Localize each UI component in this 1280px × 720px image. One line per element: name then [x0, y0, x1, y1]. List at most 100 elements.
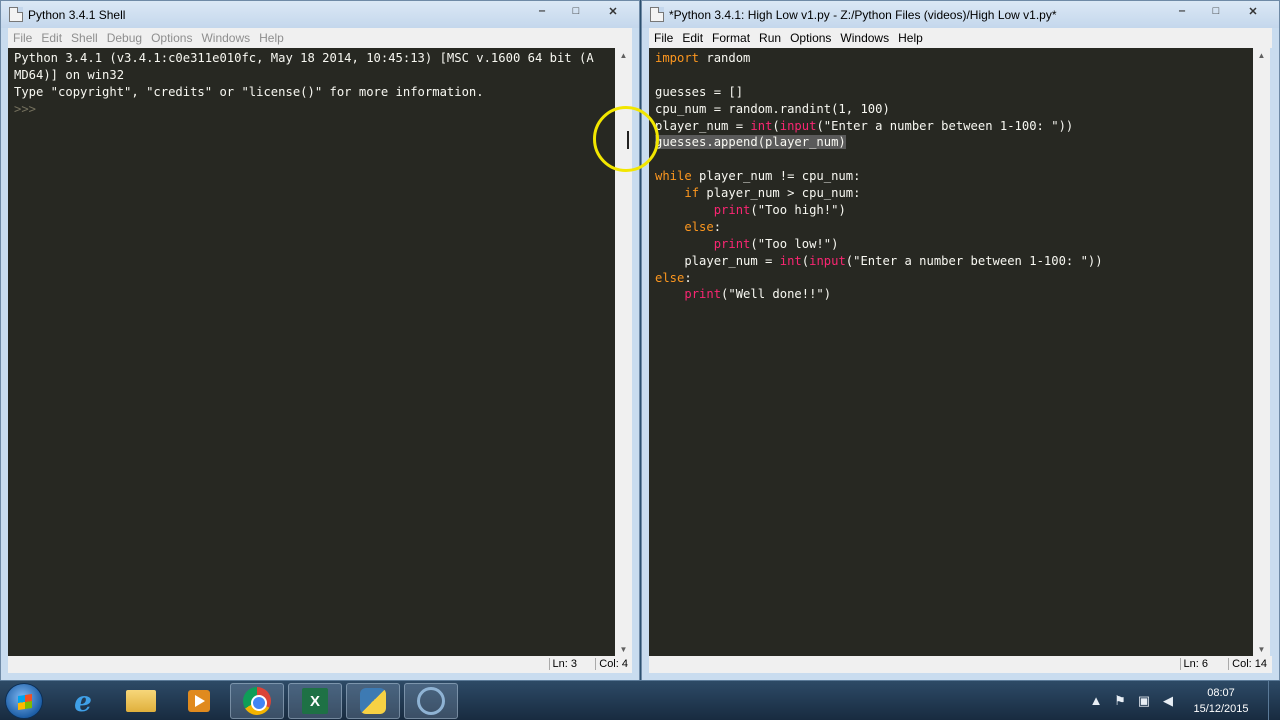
code-line: print("Well done!!"): [655, 286, 1103, 303]
taskbar-python-idle[interactable]: [346, 683, 400, 719]
code-line: import random: [655, 50, 1103, 67]
menu-file[interactable]: File: [654, 31, 673, 45]
menu-shell[interactable]: Shell: [71, 31, 98, 45]
menu-format[interactable]: Format: [712, 31, 750, 45]
menu-windows[interactable]: Windows: [840, 31, 889, 45]
code-token: MD64)] on win32: [14, 67, 125, 82]
taskbar-unknown-app[interactable]: [404, 683, 458, 719]
network-icon[interactable]: ▣: [1136, 693, 1152, 709]
app-circle-icon: [417, 687, 445, 715]
clock-date[interactable]: 15/12/2015: [1186, 703, 1256, 715]
status-line: Ln: 6: [1179, 658, 1208, 670]
menu-options[interactable]: Options: [151, 31, 192, 45]
ibeam-cursor-icon: [627, 131, 629, 149]
code-token: :: [713, 219, 722, 234]
taskbar-chrome[interactable]: [230, 683, 284, 719]
code-line: cpu_num = random.randint(1, 100): [655, 101, 1103, 118]
menu-help[interactable]: Help: [898, 31, 923, 45]
code-token: guesses = []: [655, 84, 744, 99]
shell-statusbar: Ln: 3 Col: 4: [8, 656, 632, 673]
editor-scrollbar[interactable]: ▲ ▼: [1253, 48, 1270, 656]
code-token: Python 3.4.1 (v3.4.1:c0e311e010fc, May 1…: [14, 51, 594, 65]
menu-file[interactable]: File: [13, 31, 32, 45]
code-token: input: [779, 118, 817, 133]
clock-time[interactable]: 08:07: [1186, 687, 1256, 699]
code-line: guesses = []: [655, 84, 1103, 101]
taskbar-internet-explorer[interactable]: e: [56, 683, 110, 719]
code-token: >>>: [14, 101, 44, 116]
menu-edit[interactable]: Edit: [682, 31, 703, 45]
scroll-down-arrow-icon[interactable]: ▼: [1253, 642, 1270, 656]
status-column: Col: 14: [1228, 658, 1267, 670]
cursor-highlight-ring: [593, 106, 659, 172]
windows-logo-icon: [18, 694, 32, 710]
code-token: int: [750, 118, 773, 133]
close-button[interactable]: ✕: [1233, 1, 1273, 21]
code-line: player_num = int(input("Enter a number b…: [655, 118, 1103, 135]
code-token: player_num > cpu_num:: [699, 186, 861, 201]
code-token: Type "copyright", "credits" or "license(…: [14, 84, 484, 99]
shell-line: MD64)] on win32: [14, 67, 594, 84]
code-line: print("Too low!"): [655, 236, 1103, 253]
code-token: if: [684, 186, 700, 201]
scroll-up-arrow-icon[interactable]: ▲: [615, 48, 632, 62]
menu-help[interactable]: Help: [259, 31, 284, 45]
python-file-icon: [9, 7, 23, 22]
scroll-up-arrow-icon[interactable]: ▲: [1253, 48, 1270, 62]
chrome-icon: [243, 687, 271, 715]
minimize-button[interactable]: ‒: [1165, 1, 1199, 21]
close-button[interactable]: ✕: [593, 1, 633, 21]
show-hidden-icons-icon[interactable]: ▲: [1088, 693, 1104, 709]
excel-icon: X: [302, 688, 328, 714]
editor-statusbar: Ln: 6 Col: 14: [649, 656, 1272, 673]
editor-titlebar[interactable]: *Python 3.4.1: High Low v1.py - Z:/Pytho…: [642, 1, 1279, 28]
menu-run[interactable]: Run: [759, 31, 781, 45]
code-token: :: [684, 270, 692, 285]
start-button[interactable]: [5, 683, 43, 719]
media-player-icon: [188, 690, 210, 712]
editor-title: *Python 3.4.1: High Low v1.py - Z:/Pytho…: [669, 8, 1057, 22]
taskbar: e X ▲ ⚑ ▣ ◀ 08:07 15/12/2015: [0, 680, 1280, 720]
code-token: guesses.append(player_num): [655, 135, 846, 150]
maximize-button[interactable]: □: [1199, 1, 1233, 21]
shell-line: Type "copyright", "credits" or "license(…: [14, 84, 594, 101]
menu-windows[interactable]: Windows: [201, 31, 250, 45]
python-icon: [360, 688, 386, 714]
shell-text-area[interactable]: Python 3.4.1 (v3.4.1:c0e311e010fc, May 1…: [8, 48, 615, 656]
code-token: (: [801, 253, 810, 268]
minimize-button[interactable]: ‒: [525, 1, 559, 21]
menu-debug[interactable]: Debug: [107, 31, 142, 45]
code-token: ("Well done!!"): [721, 287, 832, 302]
shell-title: Python 3.4.1 Shell: [28, 8, 126, 22]
code-line: print("Too high!"): [655, 202, 1103, 219]
code-token: (: [772, 118, 780, 133]
shell-line: Python 3.4.1 (v3.4.1:c0e311e010fc, May 1…: [14, 50, 594, 67]
code-token: else: [684, 219, 714, 234]
code-token: while: [655, 169, 692, 184]
menu-edit[interactable]: Edit: [41, 31, 62, 45]
scroll-down-arrow-icon[interactable]: ▼: [615, 642, 632, 656]
shell-line: >>>: [14, 101, 594, 118]
action-center-flag-icon[interactable]: ⚑: [1112, 693, 1128, 709]
code-token: ("Too low!"): [750, 236, 839, 251]
menu-options[interactable]: Options: [790, 31, 831, 45]
volume-icon[interactable]: ◀: [1160, 693, 1176, 709]
system-tray: ▲ ⚑ ▣ ◀ 08:07 15/12/2015: [1080, 681, 1280, 720]
status-line: Ln: 3: [548, 658, 577, 670]
editor-text-area[interactable]: import random guesses = [] cpu_num = rando…: [649, 48, 1253, 656]
taskbar-file-explorer[interactable]: [114, 683, 168, 719]
taskbar-media-player[interactable]: [172, 683, 226, 719]
shell-titlebar[interactable]: Python 3.4.1 Shell ‒ □ ✕: [1, 1, 639, 28]
show-desktop-button[interactable]: [1268, 681, 1280, 720]
maximize-button[interactable]: □: [559, 1, 593, 21]
code-line: guesses.append(player_num): [655, 134, 1103, 151]
code-token: ("Enter a number between 1-100: ")): [845, 253, 1103, 268]
taskbar-excel[interactable]: X: [288, 683, 342, 719]
code-token: print: [713, 203, 751, 218]
shell-menubar: File Edit Shell Debug Options Windows He…: [8, 28, 632, 48]
